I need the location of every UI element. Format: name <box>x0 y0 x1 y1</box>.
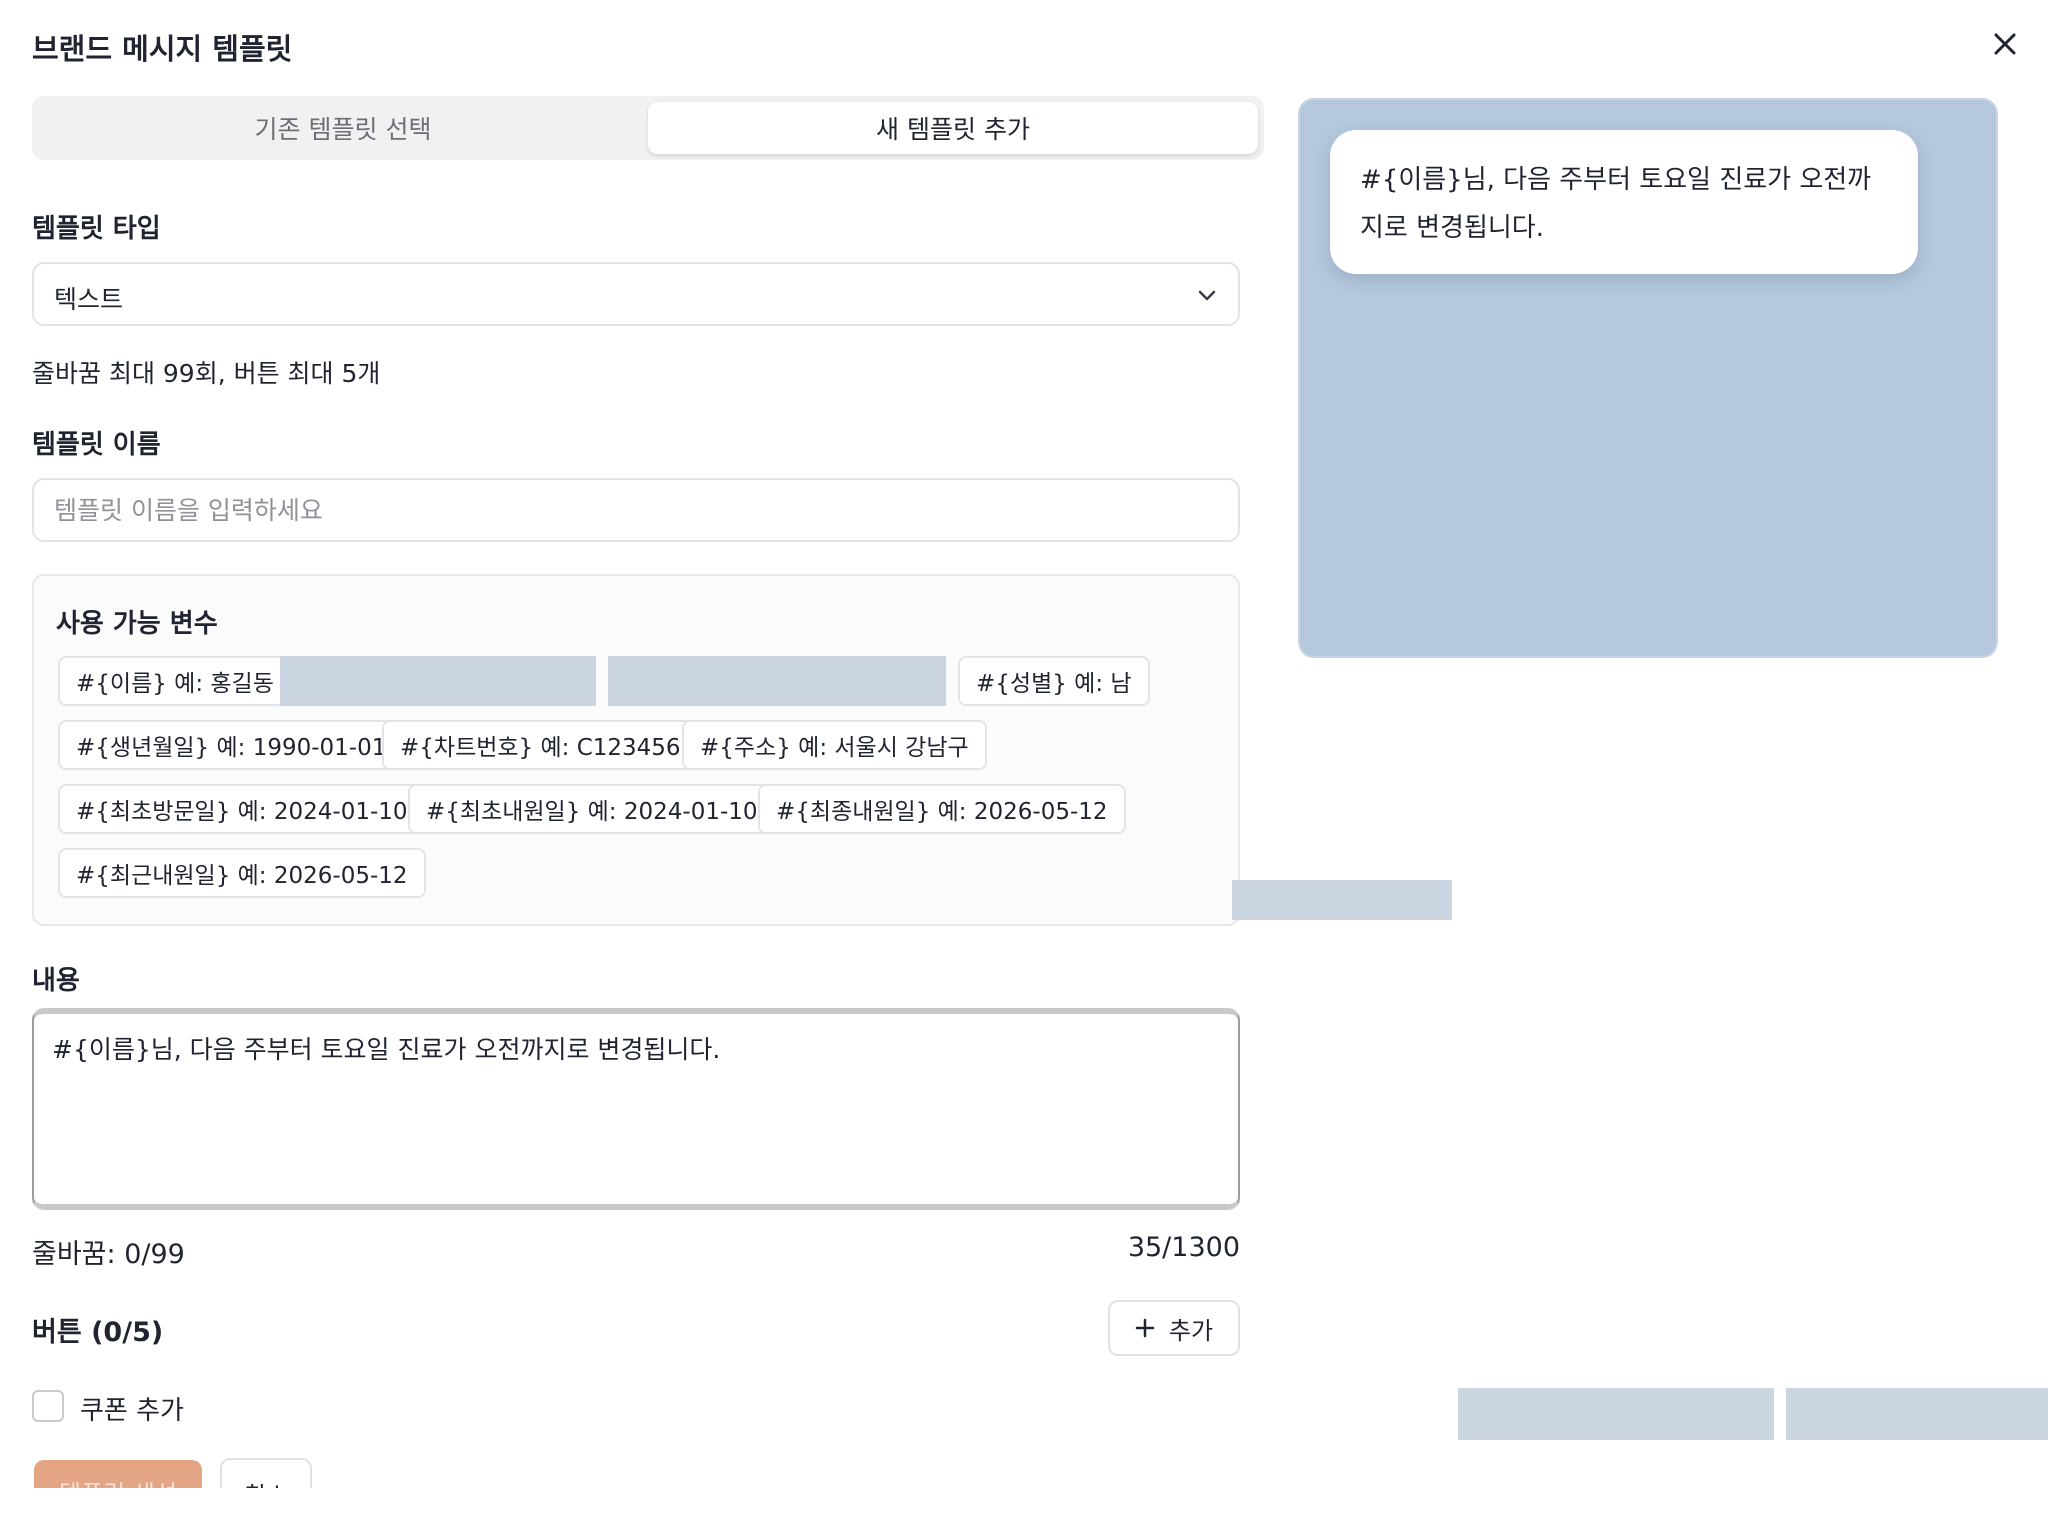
template-name-input[interactable] <box>32 478 1240 542</box>
buttons-label: 버튼 (0/5) <box>32 1317 164 1348</box>
placeholder-block <box>1458 1388 1774 1440</box>
close-button[interactable] <box>1980 26 2030 62</box>
variable-chip-chart-number[interactable]: #{차트번호} 예: C123456 <box>382 720 699 770</box>
modal-title: 브랜드 메시지 템플릿 <box>32 32 293 66</box>
variable-chip-recent-admission[interactable]: #{최근내원일} 예: 2026-05-12 <box>58 848 426 898</box>
template-type-select[interactable]: 텍스트 <box>32 262 1240 326</box>
coupon-checkbox[interactable] <box>32 1390 64 1422</box>
variable-chip-gender[interactable]: #{성별} 예: 남 <box>958 656 1150 706</box>
line-break-counter: 줄바꿈: 0/99 <box>32 1239 185 1270</box>
preview-message-bubble: #{이름}님, 다음 주부터 토요일 진료가 오전까지로 변경됩니다. <box>1330 130 1918 274</box>
modal-bottom-edge <box>0 1488 2048 1520</box>
content-textarea[interactable] <box>32 1008 1240 1210</box>
plus-icon <box>1135 1318 1155 1338</box>
variable-chip-birthdate[interactable]: #{생년월일} 예: 1990-01-01 <box>58 720 405 770</box>
add-button-label: 추가 <box>1168 1316 1214 1345</box>
tab-existing-template[interactable]: 기존 템플릿 선택 <box>38 102 648 154</box>
placeholder-block <box>608 656 946 706</box>
add-button[interactable]: 추가 <box>1108 1300 1240 1356</box>
template-tabs: 기존 템플릿 선택 새 템플릿 추가 <box>32 96 1264 160</box>
variable-chip-last-admission[interactable]: #{최종내원일} 예: 2026-05-12 <box>758 784 1126 834</box>
character-counter: 35/1300 <box>1127 1232 1240 1263</box>
preview-message-text: #{이름}님, 다음 주부터 토요일 진료가 오전까지로 변경됩니다. <box>1360 165 1872 243</box>
tab-new-template[interactable]: 새 템플릿 추가 <box>648 102 1258 154</box>
variables-title: 사용 가능 변수 <box>56 609 218 639</box>
template-type-label: 템플릿 타입 <box>32 214 161 244</box>
placeholder-block <box>1232 880 1452 920</box>
variable-chip-first-visit[interactable]: #{최초방문일} 예: 2024-01-10 <box>58 784 426 834</box>
limits-hint: 줄바꿈 최대 99회, 버튼 최대 5개 <box>32 359 381 388</box>
coupon-label: 쿠폰 추가 <box>80 1396 184 1426</box>
template-name-label: 템플릿 이름 <box>32 430 161 460</box>
placeholder-block <box>280 656 596 706</box>
template-type-value: 텍스트 <box>54 285 124 314</box>
variable-chip-name[interactable]: #{이름} 예: 홍길동 <box>58 656 292 706</box>
variable-chip-first-admission[interactable]: #{최초내원일} 예: 2024-01-10 <box>408 784 776 834</box>
close-icon <box>1994 33 2016 55</box>
chevron-down-icon <box>1198 290 1216 301</box>
content-label: 내용 <box>32 966 80 996</box>
variable-chip-address[interactable]: #{주소} 예: 서울시 강남구 <box>682 720 987 770</box>
placeholder-block <box>1786 1388 2048 1440</box>
